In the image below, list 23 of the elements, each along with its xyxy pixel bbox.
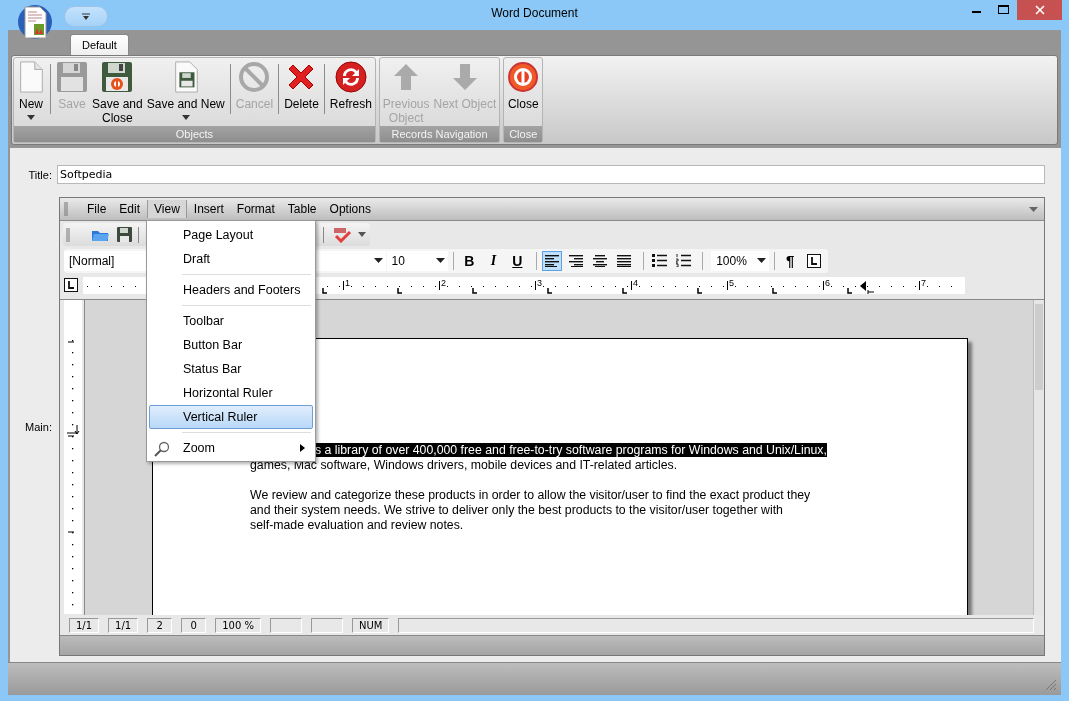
ruler-number: 1 [345, 278, 350, 288]
status-cell: NUM [351, 617, 390, 633]
ruler-number: 6 [825, 278, 830, 288]
ruler-number: 4 [633, 278, 638, 288]
document-text: and their system needs. We strive to deliver only the best products to the visitor/user together with [250, 503, 783, 517]
group-label: Records Navigation [379, 126, 500, 142]
field-label: Title: [27, 168, 52, 181]
document-text: self-made evaluation and review notes. [250, 518, 464, 532]
document-text: We review and categorize these products in order to allow the visitor/user to find the exact product they [250, 488, 811, 502]
ruler-number: 7 [921, 278, 926, 288]
status-cell: 1/1 [108, 617, 139, 633]
group-label: Objects [14, 126, 375, 142]
status-cell: 100 % [215, 617, 261, 633]
status-cell: 1/1 [69, 617, 100, 633]
status-cell: 0 [181, 617, 207, 633]
document-text: s a library of over 400,000 free and free-to-try software programs for Windows and Unix/Linux, [315, 443, 827, 457]
ruler-number: 5 [729, 278, 734, 288]
window-title: Word Document [490, 6, 579, 20]
field-label: Main: [24, 420, 52, 433]
ruler-number: 2 [441, 278, 446, 288]
status-cell: 2 [147, 617, 173, 633]
ruler-number: 3 [537, 278, 542, 288]
group-label: Close [504, 126, 543, 142]
